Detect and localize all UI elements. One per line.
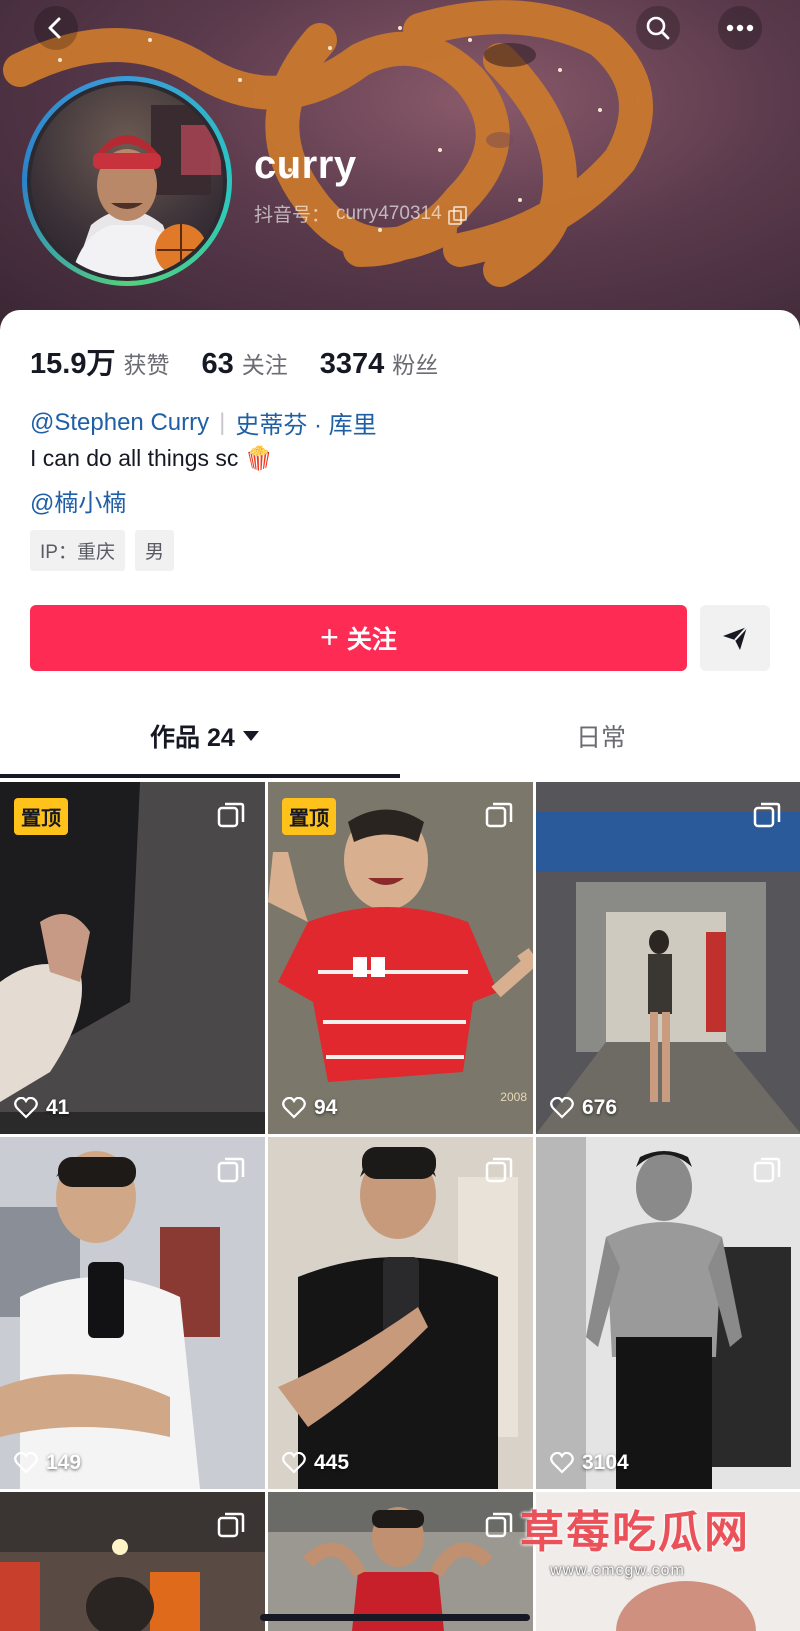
follow-button[interactable]: + 关注 [30, 605, 687, 671]
stat-following-value: 63 [201, 348, 234, 380]
heart-icon [282, 1452, 306, 1474]
mention-link-2[interactable]: @楠小楠 [30, 483, 126, 518]
multi-image-icon [485, 1512, 513, 1538]
douyin-id-row: 抖音号： curry470314 [254, 200, 467, 227]
stat-likes-value: 15.9万 [30, 348, 116, 380]
video-thumb[interactable]: 676 [536, 782, 800, 1134]
video-thumb[interactable]: 149 [0, 1137, 265, 1489]
bio-mention-line: @Stephen Curry | 史蒂芬 · 库里 [30, 405, 377, 440]
stat-followers-label: 粉丝 [392, 352, 439, 378]
like-count-value: 676 [582, 1096, 618, 1119]
content-tabs: 作品 24 日常 [0, 700, 800, 760]
douyin-id: curry470314 [336, 202, 442, 224]
heart-icon [14, 1452, 38, 1474]
ip-location-tag: IP：重庆 [30, 530, 125, 571]
multi-image-icon [217, 802, 245, 828]
caret-down-icon [242, 731, 259, 741]
like-count: 149 [14, 1451, 81, 1475]
avatar-image [27, 81, 227, 281]
heart-icon [550, 1097, 574, 1119]
profile-banner: curry 抖音号： curry470314 [0, 0, 800, 330]
multi-image-icon [217, 1512, 245, 1538]
multi-image-icon [217, 1157, 245, 1183]
video-thumb[interactable]: 3104 [536, 1137, 800, 1489]
pinned-badge: 置顶 [282, 798, 336, 835]
profile-nickname: curry [254, 143, 357, 187]
like-count-value: 41 [46, 1096, 70, 1119]
like-count: 3104 [550, 1451, 629, 1475]
stat-likes[interactable]: 15.9万 获赞 [30, 340, 169, 382]
video-cover [536, 1137, 800, 1489]
multi-image-icon [485, 1157, 513, 1183]
search-icon [646, 16, 670, 40]
video-cover [0, 1137, 265, 1489]
tab-daily[interactable]: 日常 [576, 718, 626, 754]
heart-icon [14, 1097, 38, 1119]
chevron-left-icon [48, 17, 61, 39]
like-count-value: 3104 [582, 1451, 629, 1474]
share-button[interactable] [700, 605, 770, 671]
avatar-photo [71, 105, 221, 277]
like-count-value: 149 [46, 1451, 82, 1474]
video-cover [536, 1492, 800, 1631]
pinned-badge: 置顶 [14, 798, 68, 835]
mention-cn-name[interactable]: 史蒂芬 · 库里 [235, 405, 376, 440]
like-count: 676 [550, 1096, 617, 1120]
stat-following[interactable]: 63 关注 [201, 346, 287, 381]
send-icon [723, 626, 748, 650]
multi-image-icon [753, 802, 781, 828]
multi-image-icon [485, 802, 513, 828]
video-thumb[interactable]: 置顶 41 [0, 782, 265, 1134]
search-button[interactable] [636, 6, 680, 50]
multi-image-icon [753, 1157, 781, 1183]
active-tab-indicator [0, 774, 400, 778]
video-cover [536, 782, 800, 1134]
video-thumb[interactable]: 445 [268, 1137, 533, 1489]
tab-daily-label: 日常 [576, 724, 627, 752]
video-thumb[interactable] [0, 1492, 265, 1631]
bio-text: I can do all things sc 🍿 [30, 445, 274, 471]
back-button[interactable] [34, 6, 78, 50]
plus-icon: + [320, 618, 339, 655]
video-thumb[interactable]: 置顶 2008 94 [268, 782, 533, 1134]
more-dots-icon [726, 24, 754, 32]
follow-label: 关注 [346, 626, 397, 654]
copy-icon[interactable] [447, 205, 467, 225]
mention-link[interactable]: @Stephen Curry [30, 409, 209, 437]
gender-tag: 男 [134, 530, 174, 571]
heart-icon [282, 1097, 306, 1119]
profile-tags: IP：重庆 男 [30, 530, 174, 571]
more-button[interactable] [718, 6, 762, 50]
stat-following-label: 关注 [241, 352, 288, 378]
like-count-value: 94 [314, 1096, 338, 1119]
photo-year-stamp: 2008 [500, 1090, 527, 1104]
stat-likes-label: 获赞 [123, 352, 170, 378]
mention-separator: | [219, 408, 226, 436]
stat-followers[interactable]: 3374 粉丝 [320, 346, 439, 381]
avatar[interactable] [22, 76, 232, 286]
douyin-id-prefix: 抖音号： [254, 205, 331, 226]
stat-followers-value: 3374 [319, 348, 385, 380]
tab-works[interactable]: 作品 24 [150, 718, 259, 754]
stats-row: 15.9万 获赞 63 关注 3374 粉丝 [30, 340, 438, 382]
heart-icon [550, 1452, 574, 1474]
tab-works-label: 作品 24 [150, 724, 235, 752]
like-count: 445 [282, 1451, 349, 1475]
video-cover [268, 1137, 533, 1489]
home-indicator [260, 1614, 530, 1621]
video-thumb[interactable] [536, 1492, 800, 1631]
like-count: 94 [282, 1096, 337, 1120]
like-count: 41 [14, 1096, 69, 1120]
video-thumb[interactable] [268, 1492, 533, 1631]
like-count-value: 445 [314, 1451, 350, 1474]
